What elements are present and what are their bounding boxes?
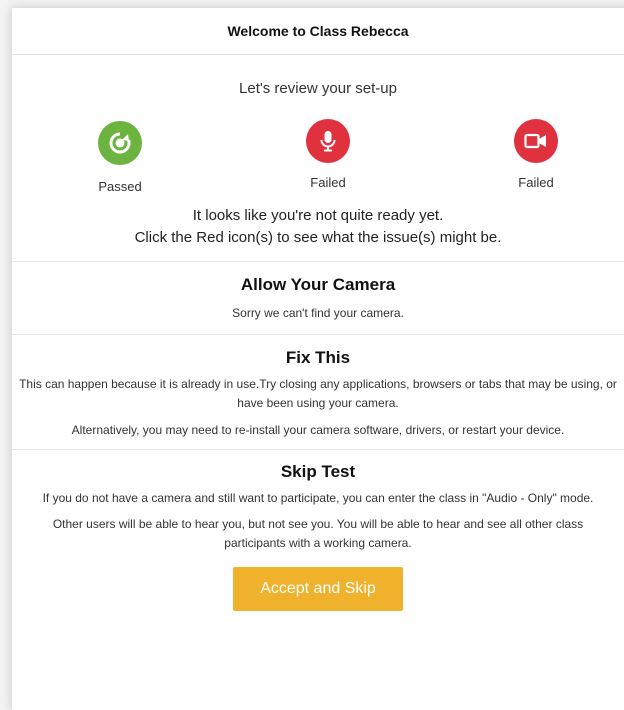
- skip-test-text-1: If you do not have a camera and still wa…: [42, 491, 594, 505]
- divider: [12, 449, 624, 450]
- fix-this-text-1: This can happen because it is already in…: [19, 377, 617, 410]
- check-microphone[interactable]: Failed: [278, 119, 378, 190]
- status-passed: Passed: [98, 179, 142, 194]
- check-camera[interactable]: Failed: [486, 119, 586, 190]
- dialog-title: Welcome to Class Rebecca: [227, 23, 409, 39]
- skip-test-title: Skip Test: [280, 462, 356, 481]
- allow-camera-title: Allow Your Camera: [240, 275, 396, 294]
- ready-line-1: It looks like you're not quite ready yet…: [192, 207, 444, 224]
- ready-message: It looks like you're not quite ready yet…: [12, 205, 624, 249]
- dialog-header: Welcome to Class Rebecca: [12, 8, 624, 55]
- check-row: Passed Failed Failed: [12, 119, 624, 199]
- skip-test-text-2: Other users will be able to hear you, bu…: [52, 517, 584, 550]
- divider: [12, 261, 624, 262]
- refresh-icon[interactable]: [98, 121, 142, 165]
- accept-and-skip-button[interactable]: Accept and Skip: [233, 567, 403, 611]
- video-camera-icon[interactable]: [514, 119, 558, 163]
- allow-camera-text: Sorry we can't find your camera.: [232, 306, 404, 320]
- status-failed-microphone: Failed: [310, 175, 346, 190]
- divider: [12, 334, 624, 335]
- review-text: Let's review your set-up: [239, 80, 397, 97]
- microphone-icon[interactable]: [306, 119, 350, 163]
- button-row: Accept and Skip: [12, 567, 624, 611]
- check-browser[interactable]: Passed: [70, 119, 170, 194]
- setup-dialog: Welcome to Class Rebecca Let's review yo…: [12, 8, 624, 710]
- status-failed-camera: Failed: [518, 175, 554, 190]
- ready-line-2: Click the Red icon(s) to see what the is…: [134, 229, 502, 246]
- fix-this-title: Fix This: [285, 348, 351, 367]
- dialog-body: Let's review your set-up Passed Failed F…: [12, 80, 624, 611]
- fix-this-text-2: Alternatively, you may need to re-instal…: [71, 423, 565, 437]
